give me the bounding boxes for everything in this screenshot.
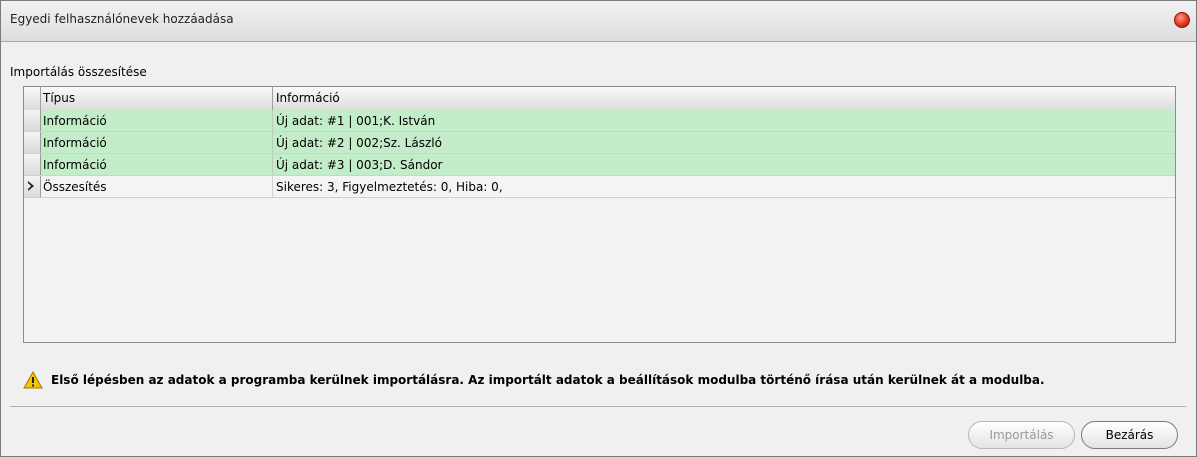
- table-row[interactable]: Információ Új adat: #3 | 003;D. Sándor: [24, 154, 1175, 176]
- close-icon[interactable]: [1174, 12, 1190, 28]
- cell-separator: [272, 154, 273, 175]
- current-row-arrow-icon: [28, 181, 34, 191]
- cell-type: Információ: [43, 136, 107, 150]
- title-bar[interactable]: Egyedi felhasználónevek hozzáadása: [1, 1, 1196, 42]
- column-header-info[interactable]: Információ: [276, 91, 340, 105]
- grid-header: Típus Információ: [24, 87, 1175, 111]
- divider: [10, 406, 1186, 407]
- table-row[interactable]: Információ Új adat: #1 | 001;K. István: [24, 110, 1175, 132]
- cell-separator: [272, 132, 273, 153]
- cell-info: Új adat: #1 | 001;K. István: [276, 114, 436, 128]
- section-label: Importálás összesítése: [10, 65, 147, 79]
- row-header[interactable]: [24, 132, 41, 153]
- table-row[interactable]: Információ Új adat: #2 | 002;Sz. László: [24, 132, 1175, 154]
- dialog-window: Egyedi felhasználónevek hozzáadása Impor…: [0, 0, 1197, 457]
- table-row[interactable]: Összesítés Sikeres: 3, Figyelmeztetés: 0…: [24, 176, 1175, 198]
- cell-type: Információ: [43, 114, 107, 128]
- warning-message: Első lépésben az adatok a programba kerü…: [51, 373, 1045, 387]
- row-header[interactable]: [24, 176, 41, 197]
- import-button[interactable]: Importálás: [968, 421, 1075, 449]
- row-header[interactable]: [24, 154, 41, 175]
- cell-type: Információ: [43, 158, 107, 172]
- cell-info: Új adat: #3 | 003;D. Sándor: [276, 158, 443, 172]
- cell-info: Sikeres: 3, Figyelmeztetés: 0, Hiba: 0,: [276, 180, 503, 194]
- window-title: Egyedi felhasználónevek hozzáadása: [10, 12, 234, 26]
- column-separator[interactable]: [272, 87, 273, 110]
- column-header-type[interactable]: Típus: [43, 91, 75, 105]
- import-summary-grid[interactable]: Típus Információ Információ Új adat: #1 …: [23, 86, 1176, 343]
- cell-separator: [272, 110, 273, 131]
- cell-info: Új adat: #2 | 002;Sz. László: [276, 136, 442, 150]
- row-header-column: [24, 87, 41, 110]
- warning-icon: [23, 371, 43, 389]
- row-header[interactable]: [24, 110, 41, 131]
- cell-type: Összesítés: [43, 180, 107, 194]
- close-button[interactable]: Bezárás: [1081, 421, 1178, 449]
- cell-separator: [272, 176, 273, 197]
